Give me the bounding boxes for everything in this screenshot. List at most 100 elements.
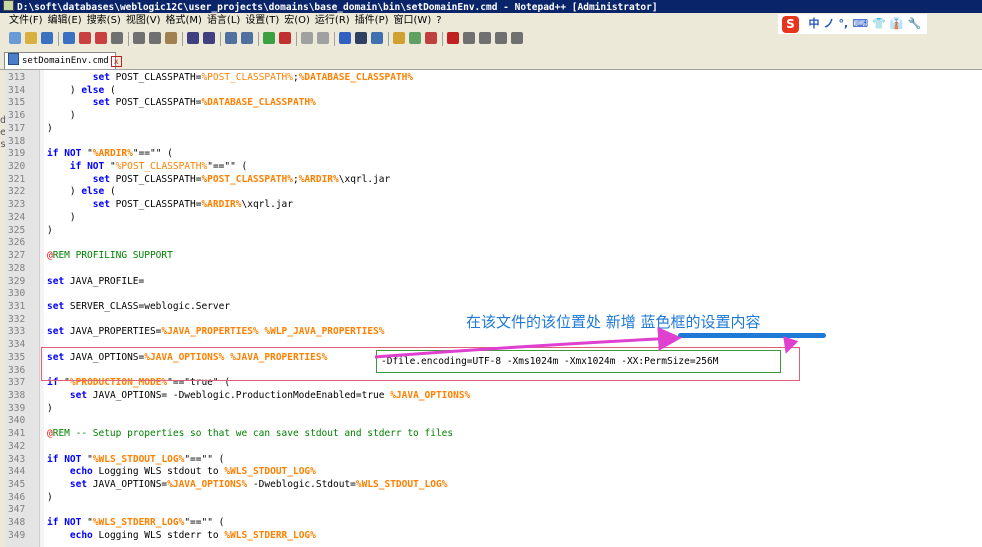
code-line[interactable]: if NOT "%WLS_STDERR_LOG%"=="" ( xyxy=(47,517,224,530)
code-line[interactable]: echo Logging WLS stdout to %WLS_STDOUT_L… xyxy=(47,466,316,479)
menu-item-4[interactable]: 格式(M) xyxy=(162,13,202,29)
token-varb: %ARDIR% xyxy=(201,199,242,211)
code-line[interactable]: echo Logging WLS stderr to %WLS_STDERR_L… xyxy=(47,530,316,543)
code-line[interactable]: ) xyxy=(47,212,76,225)
code-line[interactable]: ) xyxy=(47,123,53,136)
function-list-icon[interactable] xyxy=(425,32,437,44)
menu-item-6[interactable]: 设置(T) xyxy=(241,13,279,29)
code-line[interactable]: set JAVA_PROPERTIES=%JAVA_PROPERTIES% %W… xyxy=(47,326,384,339)
ime-item-1[interactable]: ノ xyxy=(824,17,835,30)
line-number: 316 xyxy=(8,110,26,122)
code-line[interactable]: ) else ( xyxy=(47,186,116,199)
token-text: POST_CLASSPATH= xyxy=(109,97,202,109)
save-icon[interactable] xyxy=(41,32,53,44)
menu-item-8[interactable]: 运行(R) xyxy=(311,13,350,29)
sync-v-icon[interactable] xyxy=(301,32,313,44)
line-number: 326 xyxy=(8,237,26,249)
sogou-logo-icon[interactable]: S xyxy=(782,15,799,33)
record-macro-icon[interactable] xyxy=(447,32,459,44)
close-all-icon[interactable] xyxy=(95,32,107,44)
code-line[interactable]: set JAVA_OPTIONS=%JAVA_OPTIONS% -Dweblog… xyxy=(47,479,448,492)
new-icon[interactable] xyxy=(9,32,21,44)
find-icon[interactable] xyxy=(225,32,237,44)
paste-icon[interactable] xyxy=(165,32,177,44)
menu-item-7[interactable]: 宏(O) xyxy=(280,13,310,29)
token-text: " xyxy=(81,453,93,465)
tab-setdomainenv[interactable]: setDomainEnv.cmd x xyxy=(4,52,122,69)
save-all-icon[interactable] xyxy=(63,32,75,44)
ime-item-3[interactable]: ⌨ xyxy=(852,17,868,30)
line-number: 313 xyxy=(8,72,26,83)
toolbar-separator xyxy=(220,32,221,46)
menu-item-10[interactable]: 窗口(W) xyxy=(390,13,432,29)
code-line[interactable]: set JAVA_PROFILE= xyxy=(47,276,144,289)
token-kw: set xyxy=(92,72,110,83)
toolbar-separator xyxy=(388,32,389,46)
undo-icon[interactable] xyxy=(187,32,199,44)
line-number: 343 xyxy=(8,453,26,465)
cut-icon[interactable] xyxy=(133,32,145,44)
token-text: ( xyxy=(104,84,116,96)
replace-icon[interactable] xyxy=(241,32,253,44)
code-line[interactable]: @REM -- Setup properties so that we can … xyxy=(47,428,453,441)
run-macro-icon[interactable] xyxy=(495,32,507,44)
code-line[interactable]: ) else ( xyxy=(47,85,116,98)
zoom-in-icon[interactable] xyxy=(263,32,275,44)
code-line[interactable]: ) xyxy=(47,110,76,123)
tab-close-icon[interactable]: x xyxy=(110,56,122,67)
ime-item-5[interactable]: 👔 xyxy=(890,17,904,30)
menu-item-5[interactable]: 语言(L) xyxy=(203,13,240,29)
code-line[interactable]: ) xyxy=(47,403,53,416)
print-icon[interactable] xyxy=(111,32,123,44)
menu-item-2[interactable]: 搜索(S) xyxy=(83,13,121,29)
menu-item-9[interactable]: 插件(P) xyxy=(351,13,389,29)
menu-item-1[interactable]: 编辑(E) xyxy=(44,13,82,29)
sync-h-icon[interactable] xyxy=(317,32,329,44)
inserted-options-box: -Dfile.encoding=UTF-8 -Xms1024m -Xmx1024… xyxy=(376,350,781,373)
ime-item-6[interactable]: 🔧 xyxy=(907,17,921,30)
code-line[interactable]: if NOT "%WLS_STDOUT_LOG%"=="" ( xyxy=(47,454,224,467)
ime-item-0[interactable]: 中 xyxy=(809,17,820,30)
indent-guide-icon[interactable] xyxy=(371,32,383,44)
code-line[interactable]: ) xyxy=(47,225,53,238)
udl-icon[interactable] xyxy=(393,32,405,44)
ime-item-4[interactable]: 👕 xyxy=(872,17,886,30)
annotation-underline xyxy=(678,333,826,338)
line-number: 336 xyxy=(8,364,26,376)
code-line[interactable]: set POST_CLASSPATH=%POST_CLASSPATH%;%DAT… xyxy=(47,72,413,85)
line-number: 342 xyxy=(8,440,26,452)
doc-map-icon[interactable] xyxy=(409,32,421,44)
annotation-label: 在该文件的该位置处 新增 蓝色框的设置内容 xyxy=(466,311,761,332)
line-number: 315 xyxy=(8,97,26,109)
all-chars-icon[interactable] xyxy=(355,32,367,44)
code-line[interactable]: if NOT "%POST_CLASSPATH%"=="" ( xyxy=(47,161,247,174)
tab-label: setDomainEnv.cmd xyxy=(22,56,109,66)
menu-item-11[interactable]: ? xyxy=(432,13,441,29)
ime-item-2[interactable]: °, xyxy=(839,17,849,30)
token-text: ) xyxy=(47,224,53,236)
save-macro-icon[interactable] xyxy=(511,32,523,44)
code-line[interactable]: set SERVER_CLASS=weblogic.Server xyxy=(47,301,230,314)
code-line[interactable]: set POST_CLASSPATH=%POST_CLASSPATH%;%ARD… xyxy=(47,174,390,187)
menu-item-3[interactable]: 视图(V) xyxy=(122,13,161,29)
token-text: ( xyxy=(104,186,116,198)
code-line[interactable]: set POST_CLASSPATH=%DATABASE_CLASSPATH% xyxy=(47,97,316,110)
word-wrap-icon[interactable] xyxy=(339,32,351,44)
copy-icon[interactable] xyxy=(149,32,161,44)
code-line[interactable]: if NOT "%ARDIR%"=="" ( xyxy=(47,148,173,161)
open-icon[interactable] xyxy=(25,32,37,44)
code-line[interactable]: set POST_CLASSPATH=%ARDIR%\xqrl.jar xyxy=(47,199,293,212)
stop-record-icon[interactable] xyxy=(463,32,475,44)
annotation-text-highlight: 蓝色框的设置内容 xyxy=(640,313,761,331)
token-text: " xyxy=(81,517,93,529)
close-icon[interactable] xyxy=(79,32,91,44)
code-line[interactable]: set JAVA_OPTIONS= -Dweblogic.ProductionM… xyxy=(47,390,470,403)
code-line[interactable]: @REM PROFILING SUPPORT xyxy=(47,250,173,263)
play-macro-icon[interactable] xyxy=(479,32,491,44)
redo-icon[interactable] xyxy=(203,32,215,44)
menu-item-0[interactable]: 文件(F) xyxy=(0,13,43,29)
zoom-out-icon[interactable] xyxy=(279,32,291,44)
toolbar-separator xyxy=(58,32,59,46)
code-line[interactable]: ) xyxy=(47,492,53,505)
